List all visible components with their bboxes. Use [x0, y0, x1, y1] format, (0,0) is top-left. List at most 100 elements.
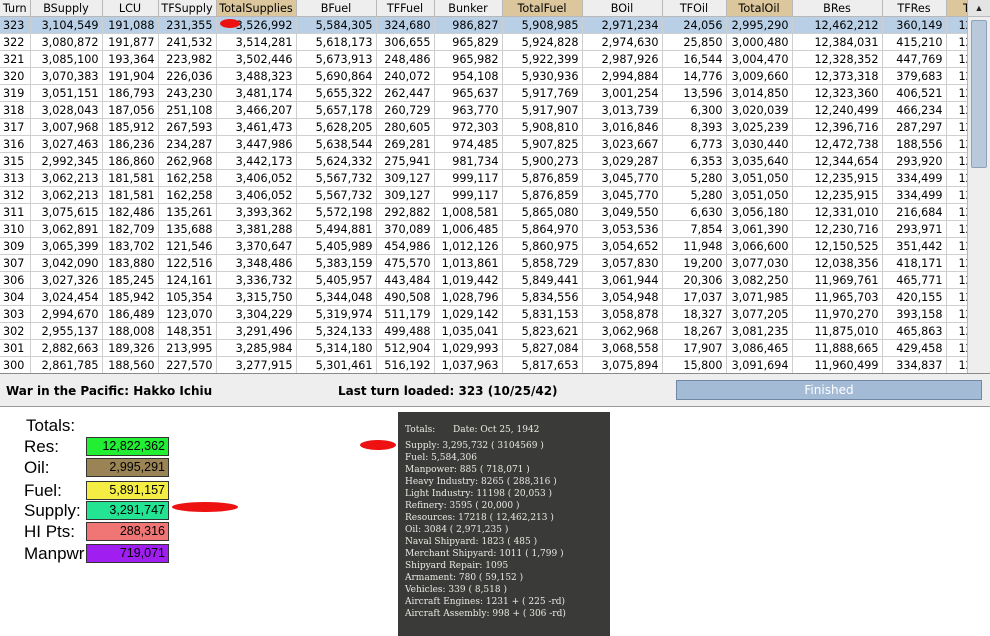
column-header-totalsupplies[interactable]: TotalSupplies — [216, 0, 297, 17]
table-cell: 124,161 — [158, 271, 217, 289]
table-cell: 3,035,640 — [726, 152, 793, 170]
table-row[interactable]: 310 3,062,891 182,709 135,688 3,381,288 5,494… — [0, 220, 990, 238]
table-row[interactable]: 316 3,027,463 186,236 234,287 3,447,986 5,638… — [0, 135, 990, 153]
table-cell: 5,817,653 — [502, 356, 583, 373]
table-row[interactable]: 301 2,882,663 189,326 213,995 3,285,984 5,314… — [0, 339, 990, 357]
table-cell: 24,056 — [662, 16, 727, 34]
table-cell: 3,488,323 — [216, 67, 297, 85]
column-header-totalfuel[interactable]: TotalFuel — [502, 0, 583, 17]
scroll-up-arrow-icon[interactable]: ▲ — [968, 0, 990, 17]
table-row[interactable]: 302 2,955,137 188,008 148,351 3,291,496 5,324… — [0, 322, 990, 340]
table-cell: 2,994,670 — [30, 305, 103, 323]
table-row[interactable]: 321 3,085,100 193,364 223,982 3,502,446 5,673… — [0, 50, 990, 68]
table-cell: 191,088 — [102, 16, 159, 34]
scrollbar-thumb[interactable] — [971, 20, 987, 168]
table-cell: 5,876,859 — [502, 169, 583, 187]
table-row[interactable]: 304 3,024,454 185,942 105,354 3,315,750 5,344… — [0, 288, 990, 306]
column-header-bres[interactable]: BRes — [792, 0, 883, 17]
table-cell: 324,680 — [376, 16, 435, 34]
table-row[interactable]: 323 3,104,549 191,088 231,355 3,526,992 5,584… — [0, 16, 990, 34]
table-cell: 3,348,486 — [216, 254, 297, 272]
table-cell: 3,054,948 — [582, 288, 663, 306]
card-stat-line: Naval Shipyard: 1823 ( 485 ) — [405, 537, 538, 547]
game-title: War in the Pacific: Hakko Ichiu — [6, 384, 213, 398]
table-cell: 3,025,239 — [726, 118, 793, 136]
table-cell: 187,056 — [102, 101, 159, 119]
table-row[interactable]: 322 3,080,872 191,877 241,532 3,514,281 5,618… — [0, 33, 990, 51]
column-header-bfuel[interactable]: BFuel — [296, 0, 377, 17]
table-cell: 12,230,716 — [792, 220, 883, 238]
table-cell: 20,306 — [662, 271, 727, 289]
turn-data-table-panel: Turn BSupply LCU TFSupply TotalSupplies BFuel… — [0, 0, 990, 374]
table-cell: 12,472,738 — [792, 135, 883, 153]
column-header-totaloil[interactable]: TotalOil — [726, 0, 793, 17]
table-cell: 1,037,963 — [434, 356, 503, 373]
table-row[interactable]: 312 3,062,213 181,581 162,258 3,406,052 5,567… — [0, 186, 990, 204]
table-row[interactable]: 306 3,027,326 185,245 124,161 3,336,732 5,405… — [0, 271, 990, 289]
table-cell: 213,995 — [158, 339, 217, 357]
card-stat-line: Oil: 3084 ( 2,971,235 ) — [405, 525, 509, 535]
table-row[interactable]: 319 3,051,151 186,793 243,230 3,481,174 5,655… — [0, 84, 990, 102]
table-cell: 12,038,356 — [792, 254, 883, 272]
table-cell: 5,405,957 — [296, 271, 377, 289]
column-header-boil[interactable]: BOil — [582, 0, 663, 17]
column-header-tfsupply[interactable]: TFSupply — [158, 0, 217, 17]
table-row[interactable]: 300 2,861,785 188,560 227,570 3,277,915 5,301… — [0, 356, 990, 373]
column-header-turn[interactable]: Turn — [0, 0, 31, 17]
table-row[interactable]: 303 2,994,670 186,489 123,070 3,304,229 5,319… — [0, 305, 990, 323]
table-cell: 5,494,881 — [296, 220, 377, 238]
table-cell: 3,080,872 — [30, 33, 103, 51]
column-header-lcu[interactable]: LCU — [102, 0, 159, 17]
table-cell: 260,729 — [376, 101, 435, 119]
card-stat-line: Resources: 17218 ( 12,462,213 ) — [405, 513, 554, 523]
column-header-tffuel[interactable]: TFFuel — [376, 0, 435, 17]
table-cell: 16,544 — [662, 50, 727, 68]
table-row[interactable]: 307 3,042,090 183,880 122,516 3,348,486 5,383… — [0, 254, 990, 272]
table-cell: 1,028,796 — [434, 288, 503, 306]
card-stat-line: Manpower: 885 ( 718,071 ) — [405, 465, 530, 475]
totals-row: Res: 12,822,362 — [24, 437, 264, 457]
table-cell: 499,488 — [376, 322, 435, 340]
ingame-totals-card: Totals: Date: Oct 25, 1942 Supply: 3,295… — [398, 412, 610, 636]
table-cell: 415,210 — [882, 33, 947, 51]
column-header-tfoil[interactable]: TFOil — [662, 0, 727, 17]
table-cell: 105,354 — [158, 288, 217, 306]
table-cell: 311 — [0, 203, 31, 221]
table-row[interactable]: 315 2,992,345 186,860 262,968 3,442,173 5,624… — [0, 152, 990, 170]
table-cell: 186,793 — [102, 84, 159, 102]
table-cell: 418,171 — [882, 254, 947, 272]
column-header-tfres[interactable]: TFRes — [882, 0, 947, 17]
table-cell: 3,057,830 — [582, 254, 663, 272]
table-cell: 360,149 — [882, 16, 947, 34]
table-row[interactable]: 309 3,065,399 183,702 121,546 3,370,647 5,405… — [0, 237, 990, 255]
table-row[interactable]: 311 3,075,615 182,486 135,261 3,393,362 5,572… — [0, 203, 990, 221]
red-annotation-mark — [220, 19, 240, 28]
card-stat-line: Armament: 780 ( 59,152 ) — [405, 573, 524, 583]
card-stat-line: Light Industry: 11198 ( 20,053 ) — [405, 489, 553, 499]
card-stat-line: Heavy Industry: 8265 ( 288,316 ) — [405, 477, 557, 487]
card-stat-line: Refinery: 3595 ( 20,000 ) — [405, 501, 520, 511]
table-row[interactable]: 320 3,070,383 191,904 226,036 3,488,323 5,690… — [0, 67, 990, 85]
totals-label: Res: — [24, 437, 59, 456]
table-vertical-scrollbar[interactable]: ▲ — [967, 0, 990, 373]
table-cell: 963,770 — [434, 101, 503, 119]
table-cell: 3,442,173 — [216, 152, 297, 170]
table-cell: 465,863 — [882, 322, 947, 340]
table-cell: 5,280 — [662, 169, 727, 187]
table-cell: 12,462,212 — [792, 16, 883, 34]
table-cell: 2,994,884 — [582, 67, 663, 85]
table-cell: 3,053,536 — [582, 220, 663, 238]
table-row[interactable]: 318 3,028,043 187,056 251,108 3,466,207 5,657… — [0, 101, 990, 119]
table-cell: 309,127 — [376, 169, 435, 187]
table-row[interactable]: 313 3,062,213 181,581 162,258 3,406,052 5,567… — [0, 169, 990, 187]
table-cell: 320 — [0, 67, 31, 85]
table-cell: 3,007,968 — [30, 118, 103, 136]
table-cell: 999,117 — [434, 186, 503, 204]
column-header-bunker[interactable]: Bunker — [434, 0, 503, 17]
table-row[interactable]: 317 3,007,968 185,912 267,593 3,461,473 5,628… — [0, 118, 990, 136]
table-cell: 243,230 — [158, 84, 217, 102]
table-cell: 3,502,446 — [216, 50, 297, 68]
column-header-bsupply[interactable]: BSupply — [30, 0, 103, 17]
table-cell: 965,982 — [434, 50, 503, 68]
table-cell: 1,012,126 — [434, 237, 503, 255]
